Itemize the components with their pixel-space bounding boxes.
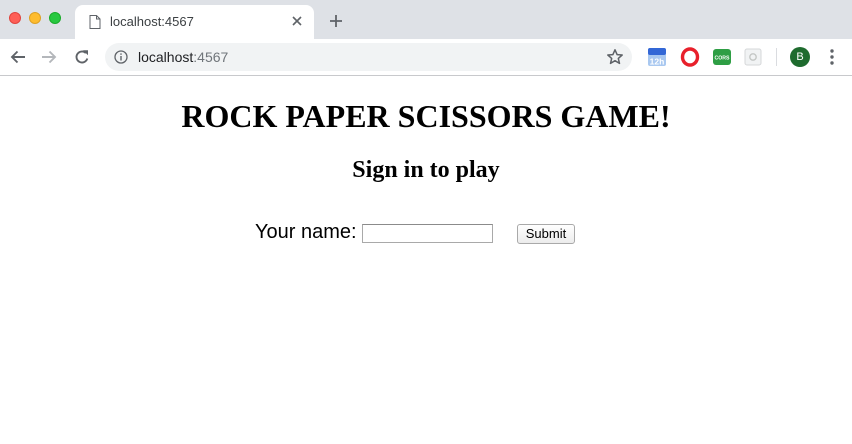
reload-icon[interactable]: [70, 45, 94, 69]
site-info-icon[interactable]: [114, 50, 128, 64]
browser-tab[interactable]: localhost:4567: [75, 5, 314, 39]
tab-strip: localhost:4567: [0, 0, 852, 39]
tab-title: localhost:4567: [110, 14, 194, 29]
maximize-window-button[interactable]: [49, 12, 61, 24]
opera-vpn-icon[interactable]: [680, 47, 700, 67]
browser-toolbar: localhost:4567 12h CORS B: [0, 39, 852, 76]
close-window-button[interactable]: [9, 12, 21, 24]
calendar-12h-text: 12h: [650, 57, 665, 67]
cors-text: CORS: [715, 56, 731, 62]
name-input[interactable]: [362, 224, 493, 243]
url-text: localhost:4567: [138, 49, 228, 65]
url-port: :4567: [193, 49, 229, 65]
profile-avatar[interactable]: B: [790, 47, 810, 67]
puzzle-extension-icon[interactable]: [743, 47, 763, 67]
more-menu-icon[interactable]: [824, 47, 840, 67]
bookmark-star-icon[interactable]: [606, 48, 624, 66]
page-subtitle: Sign in to play: [352, 157, 500, 183]
url-host: localhost: [138, 49, 194, 65]
submit-button[interactable]: Submit: [517, 224, 575, 244]
tab-close-icon[interactable]: [288, 12, 306, 30]
toolbar-divider: [776, 48, 777, 66]
calendar-12h-icon[interactable]: 12h: [647, 47, 667, 67]
page-content: ROCK PAPER SCISSORS GAME! Sign in to pla…: [0, 76, 852, 444]
back-arrow-icon[interactable]: [6, 45, 30, 69]
minimize-window-button[interactable]: [29, 12, 41, 24]
page-title: ROCK PAPER SCISSORS GAME!: [181, 98, 671, 134]
address-bar[interactable]: localhost:4567: [105, 43, 632, 71]
name-label: Your name:: [255, 221, 357, 243]
page-icon: [89, 15, 101, 29]
new-tab-plus-icon[interactable]: [325, 10, 347, 32]
cors-icon[interactable]: CORS: [712, 47, 732, 67]
forward-arrow-icon[interactable]: [37, 45, 61, 69]
